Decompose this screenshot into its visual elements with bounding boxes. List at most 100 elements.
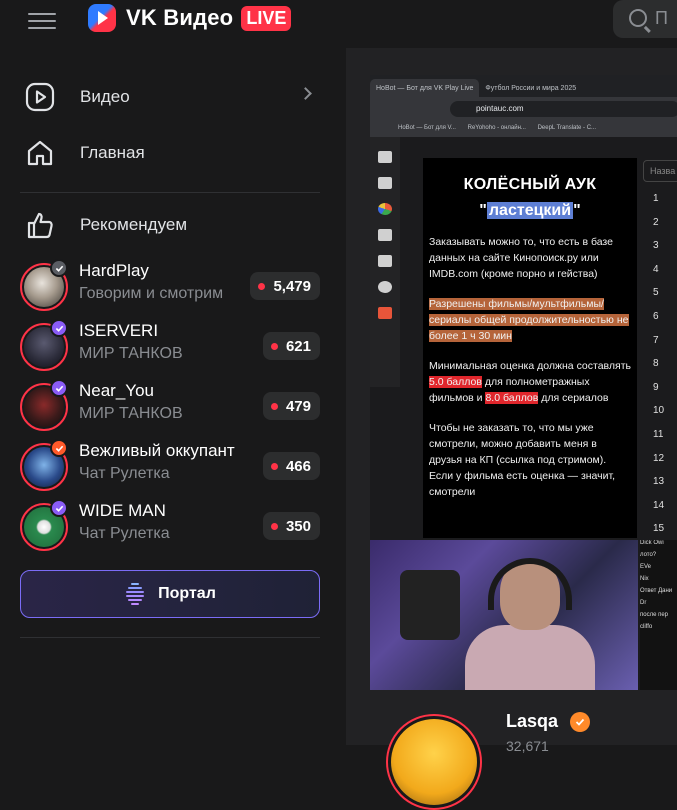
stream-category: МИР ТАНКОВ	[79, 405, 183, 422]
lot-rank: 7	[653, 334, 659, 346]
stream-category: Чат Рулетка	[79, 525, 170, 542]
stream-browser-tab: HoBot — Бот для VK Play Live	[370, 79, 480, 97]
stream-category: МИР ТАНКОВ	[79, 345, 183, 362]
sidebar-item-home[interactable]: Главная	[20, 129, 320, 177]
rule-highlight: 8.0 баллов	[485, 392, 539, 404]
quote-close: "	[573, 202, 581, 219]
stream-browser-toolbar: pointauc.com	[370, 97, 677, 121]
lot-rank: 6	[653, 310, 659, 322]
chat-line: EVe	[640, 564, 652, 570]
menu-icon[interactable]	[28, 8, 56, 32]
viewer-count: 479	[262, 392, 320, 420]
live-dot-icon	[270, 342, 278, 350]
home-icon	[20, 133, 60, 173]
search-input[interactable]: П	[613, 0, 677, 38]
viewer-count-value: 621	[285, 337, 311, 355]
logo[interactable]: VK Видео LIVE	[88, 4, 292, 32]
auction-rule: Чтобы не заказать то, что мы уже смотрел…	[429, 422, 616, 498]
stream-browser-url: pointauc.com	[450, 101, 677, 117]
auction-title: КОЛЁСНЫЙ АУК	[463, 176, 597, 193]
stream-browser-tab: Футбол России и мира 2025	[485, 84, 577, 92]
rule-text: для сериалов	[538, 392, 609, 404]
verified-icon	[50, 439, 68, 457]
auction-subtitle: " ластецкий "	[429, 202, 631, 220]
auction-rule: Разрешены фильмы/мультфильмы/ сериалы об…	[429, 296, 631, 344]
microphone-shape	[400, 570, 460, 640]
bar-chart-icon	[378, 229, 392, 241]
stream-name: Вежливый оккупант	[79, 441, 235, 460]
viewer-count-value: 466	[285, 457, 311, 475]
chat-line: Dr	[640, 600, 647, 606]
lot-rank: 11	[653, 428, 664, 440]
lot-rank: 4	[653, 263, 659, 275]
auction-rule: Минимальная оценка должна составлять 5.0…	[429, 358, 631, 406]
sidebar-item-video[interactable]: Видео	[20, 73, 320, 121]
stream-name: Near_You	[79, 381, 154, 400]
verified-icon	[570, 712, 590, 732]
headphones-icon	[488, 558, 572, 610]
stream-browser-tabs: HoBot — Бот для VK Play Live Футбол Росс…	[370, 75, 677, 97]
rule-highlight: 5.0 баллов	[429, 376, 482, 388]
lot-rank: 8	[653, 358, 659, 370]
stream-category: Говорим и смотрим	[79, 285, 224, 302]
lot-rank: 1	[653, 193, 659, 204]
channel-name[interactable]: Lasqa	[506, 711, 558, 732]
search-placeholder: П	[655, 8, 668, 28]
list-item[interactable]: Вежливый оккупант Чат Рулетка 466	[20, 439, 320, 493]
bookmark: HoBot — Бот для V...	[398, 125, 456, 131]
app-name: VK Видео	[126, 5, 234, 30]
channel-info: Lasqa 32,671	[346, 690, 677, 810]
lot-rank: 10	[653, 405, 665, 417]
sidebar-item-label: Главная	[80, 143, 145, 162]
streamer-body-shape	[465, 625, 595, 690]
logout-icon	[378, 307, 392, 319]
stream-tool-column	[370, 137, 400, 387]
video-player[interactable]: HoBot — Бот для VK Play Live Футбол Росс…	[370, 75, 677, 690]
sidebar-item-label: Видео	[80, 87, 130, 106]
channel-avatar[interactable]	[386, 714, 482, 810]
lot-rank: 14	[653, 499, 665, 511]
portal-button[interactable]: Портал	[20, 570, 320, 618]
chat-line: Nix	[640, 576, 649, 582]
viewer-count: 621	[262, 332, 320, 360]
list-item[interactable]: ISERVERI МИР ТАНКОВ 621	[20, 319, 320, 373]
portal-label: Портал	[158, 585, 216, 602]
list-item[interactable]: HardPlay Говорим и смотрим 5,479	[20, 259, 320, 313]
live-dot-icon	[270, 402, 278, 410]
verified-icon	[50, 379, 68, 397]
auction-rules-card: КОЛЁСНЫЙ АУК " ластецкий " Заказывать можн…	[423, 158, 637, 538]
list-item[interactable]: WIDE MAN Чат Рулетка 350	[20, 499, 320, 553]
rule-text: Минимальная оценка должна составлять	[429, 360, 631, 372]
portal-icon	[126, 583, 145, 605]
stream-name: HardPlay	[79, 261, 149, 280]
sidebar: Видео Главная Рекомендуем HardPlay Говор…	[0, 48, 340, 745]
lot-rank: 12	[653, 452, 665, 464]
stream-name: ISERVERI	[79, 321, 159, 340]
webcam-overlay	[370, 540, 638, 690]
viewer-count-value: 479	[285, 397, 311, 415]
clipboard-icon	[378, 255, 392, 267]
list-item[interactable]: Near_You МИР ТАНКОВ 479	[20, 379, 320, 433]
verified-icon	[50, 499, 68, 517]
auction-rule-text: Разрешены фильмы/мультфильмы/ сериалы об…	[429, 298, 629, 342]
bookmark: ReYohoho - онлайн...	[467, 125, 526, 131]
video-icon	[20, 77, 60, 117]
lot-rank: 2	[653, 216, 659, 228]
chat-line: cliffo	[640, 624, 653, 630]
chevron-right-icon	[299, 87, 312, 100]
live-dot-icon	[270, 462, 278, 470]
stream-category: Чат Рулетка	[79, 465, 170, 482]
sidebar-item-recommended[interactable]: Рекомендуем	[20, 201, 320, 249]
lot-rank-column: 1 2 3 4 5 6 7 8 9 10 11 12 13 14 15	[643, 193, 677, 547]
stream-name: WIDE MAN	[79, 501, 166, 520]
search-icon	[629, 9, 647, 27]
help-icon	[378, 281, 392, 293]
chat-line: Dick Owi	[640, 540, 664, 546]
chat-line: лото?	[640, 552, 657, 558]
live-badge: LIVE	[241, 5, 292, 31]
lot-rank: 9	[653, 381, 659, 393]
lot-rank: 13	[653, 476, 665, 488]
live-dot-icon	[258, 282, 266, 290]
chat-line: Ответ Дани	[640, 588, 673, 594]
thumbs-up-icon	[20, 205, 60, 245]
